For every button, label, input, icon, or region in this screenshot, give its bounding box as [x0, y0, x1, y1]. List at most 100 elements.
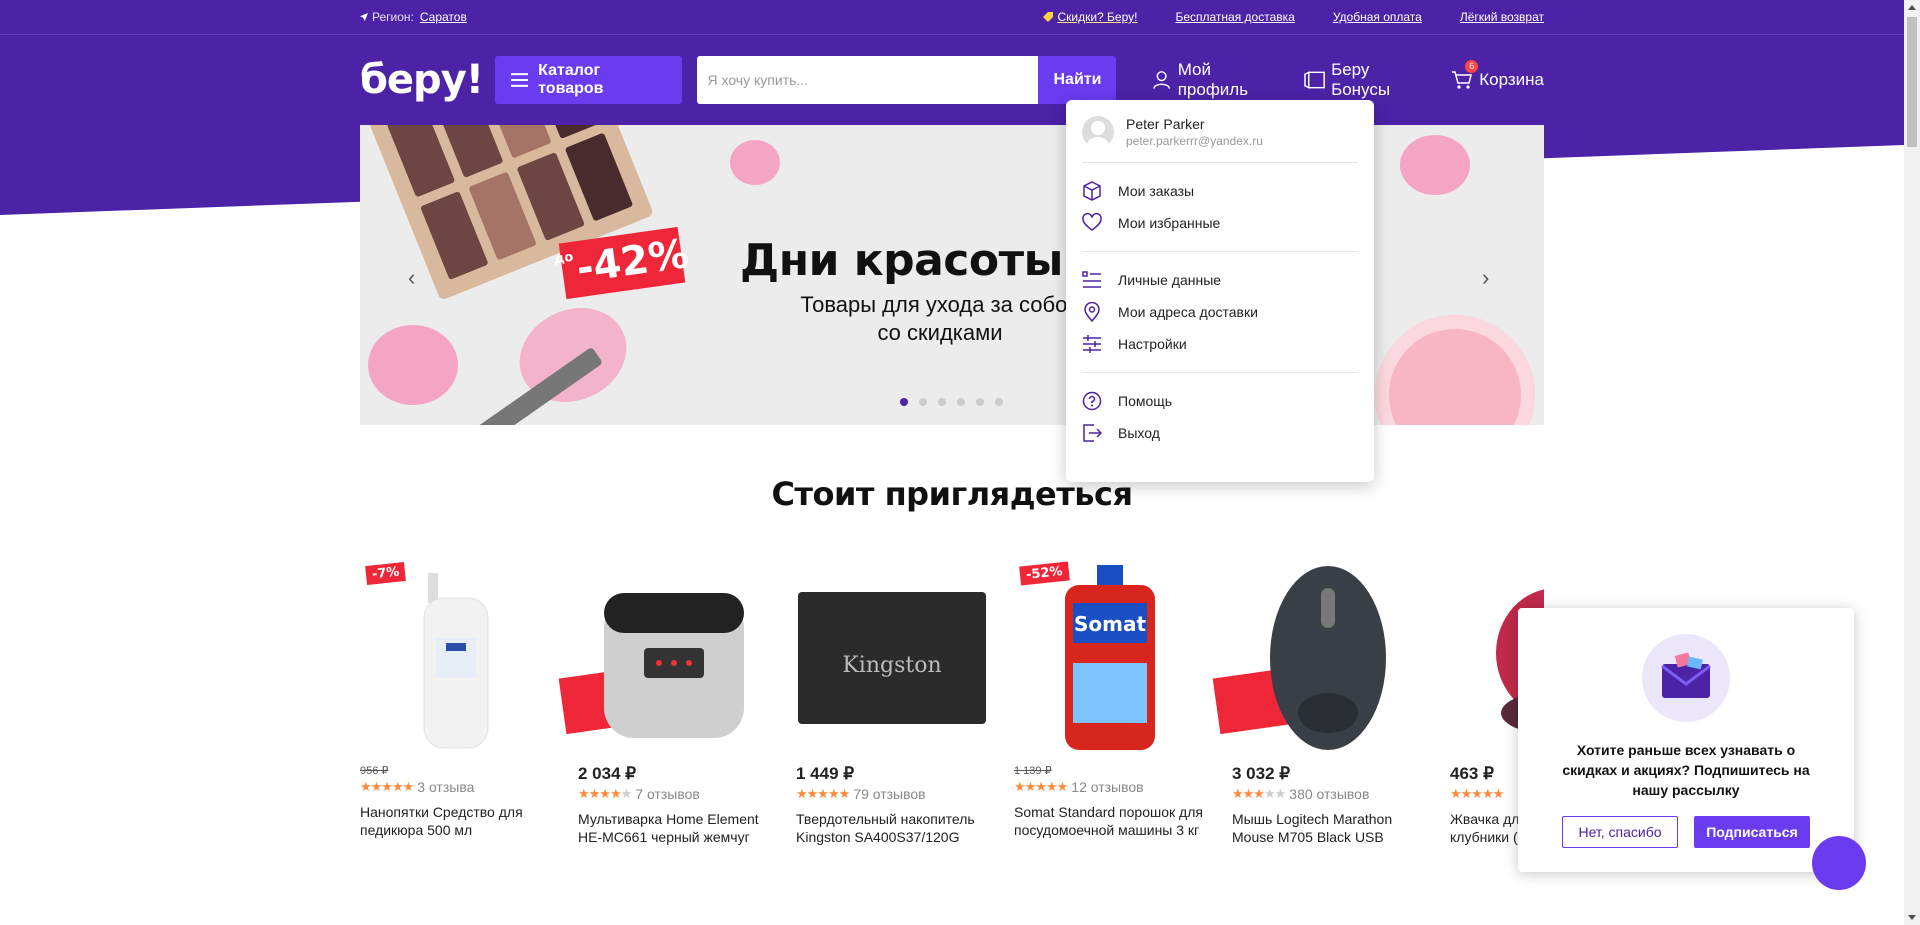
menu-item-label: Мои адреса доставки [1118, 304, 1258, 320]
menu-item-label: Настройки [1118, 336, 1187, 352]
subscribe-button[interactable]: Подписаться [1694, 816, 1810, 848]
cart-button[interactable]: 6 Корзина [1451, 60, 1544, 90]
menu-item-label: Помощь [1118, 393, 1173, 409]
menu-item-orders[interactable]: Мои заказы [1082, 175, 1358, 207]
avatar [1082, 116, 1114, 148]
discount-badge: -7% [365, 561, 407, 586]
profile-button[interactable]: Мой профиль [1152, 60, 1281, 100]
list-icon [1082, 271, 1101, 288]
heart-icon [1082, 213, 1102, 231]
banner-dot[interactable] [995, 398, 1003, 406]
rating: ★★★★★ 7 отзывов [578, 786, 770, 802]
bonuses-button[interactable]: Беру Бонусы [1304, 60, 1429, 100]
banner-dot[interactable] [976, 398, 984, 406]
rose-image [1400, 135, 1470, 195]
popup-text: Хотите раньше всех узнавать о скидках и … [1562, 742, 1810, 798]
sale-prefix: до [552, 249, 575, 268]
scroll-down-icon[interactable] [1908, 915, 1916, 920]
menu-item-logout[interactable]: Выход [1082, 417, 1358, 449]
profile-dropdown: Peter Parker peter.parkerrr@yandex.ru Мо… [1066, 100, 1374, 482]
current-price: 3 032 ₽ [1232, 764, 1291, 783]
chat-button[interactable] [1812, 836, 1866, 890]
banner-dot[interactable] [957, 398, 965, 406]
product-card[interactable]: 3 032 ₽ ★★★★★ 380 отзывов Мышь Logitech M… [1232, 560, 1424, 880]
menu-item-help[interactable]: Помощь [1082, 385, 1358, 417]
price: 3 032 ₽ [1232, 764, 1424, 784]
reviews-count[interactable]: 7 отзывов [635, 786, 700, 802]
menu-icon [510, 73, 529, 87]
header-nav: Мой профиль Беру Бонусы 6 Корзина [1152, 60, 1544, 100]
product-card[interactable]: Somat -52% 549 ₽1 139 ₽ ★★★★★12 отзывов … [1014, 560, 1340, 880]
product-name[interactable]: Мультиварка Home Element HE-MC661 черный… [578, 810, 770, 846]
current-price: 463 ₽ [1450, 764, 1494, 783]
pin-icon [1084, 302, 1100, 322]
cart-count-badge: 6 [1465, 60, 1479, 73]
product-card[interactable]: Kingston 1 449 ₽ ★★★★★ 79 отзывов Твердот… [796, 560, 988, 880]
banner-next-arrow-icon[interactable]: › [1482, 265, 1489, 291]
region-link[interactable]: Саратов [420, 10, 467, 24]
menu-item-personal-data[interactable]: Личные данные [1082, 264, 1358, 296]
help-icon [1082, 391, 1102, 411]
scrollbar-thumb[interactable] [1907, 17, 1917, 147]
section-title-highlight: приглядеться [884, 475, 1133, 513]
topbar-link-delivery[interactable]: Бесплатная доставка [1175, 10, 1294, 24]
menu-item-favorites[interactable]: Мои избранные [1082, 207, 1358, 239]
stars-icon: ★★★★★ [1014, 779, 1068, 794]
rose-image [368, 325, 458, 405]
product-name[interactable]: Somat Standard порошок для посудомоечной… [1014, 803, 1206, 839]
profile-email: peter.parkerrr@yandex.ru [1126, 134, 1263, 148]
price: 1 449 ₽ [796, 764, 988, 784]
deals-link[interactable]: Скидки? Беру! [1043, 10, 1137, 24]
old-price: 1 139 ₽ [1014, 765, 1052, 777]
user-icon [1153, 71, 1171, 89]
product-image [1232, 560, 1424, 756]
banner-prev-arrow-icon[interactable]: ‹ [408, 265, 415, 291]
sliders-icon [1083, 335, 1101, 353]
region-selector[interactable]: Регион: Саратов [360, 10, 467, 24]
catalog-button[interactable]: Каталог товаров [494, 56, 683, 104]
topbar-link-return[interactable]: Лёгкий возврат [1460, 10, 1544, 24]
scroll-up-icon[interactable] [1908, 5, 1916, 10]
cream-jar-image [1375, 315, 1535, 425]
reviews-count[interactable]: 12 отзывов [1071, 779, 1143, 795]
deals-label: Скидки? Беру! [1057, 10, 1138, 24]
banner-dots [900, 398, 1003, 406]
banner-dot[interactable] [938, 398, 946, 406]
product-name[interactable]: Нанопятки Средство для педикюра 500 мл [360, 803, 552, 839]
banner-dot[interactable] [900, 398, 908, 406]
current-price: 2 034 ₽ [578, 764, 637, 783]
header: беру! Каталог товаров Найти Мой профиль … [360, 54, 1544, 106]
reviews-count[interactable]: 79 отзывов [853, 786, 925, 802]
menu-item-addresses[interactable]: Мои адреса доставки [1082, 296, 1358, 328]
menu-item-settings[interactable]: Настройки [1082, 328, 1358, 360]
reviews-count[interactable]: 3 отзыва [417, 779, 474, 795]
product-card[interactable]: 2 034 ₽ ★★★★★ 7 отзывов Мультиварка Home … [578, 560, 770, 880]
product-card[interactable]: -7% 890 ₽956 ₽ ★★★★★ 3 отзыва Нанопятки С… [360, 560, 686, 880]
profile-label: Мой профиль [1177, 60, 1249, 99]
reviews-count[interactable]: 380 отзывов [1289, 786, 1369, 802]
location-arrow-icon [360, 13, 368, 21]
stars-icon: ★★★★★ [796, 786, 850, 801]
rating: ★★★★★ 380 отзывов [1232, 786, 1424, 802]
section-title: Стоит приглядеться [0, 475, 1904, 513]
menu-item-label: Личные данные [1118, 272, 1222, 288]
decline-button[interactable]: Нет, спасибо [1562, 816, 1678, 848]
search-input[interactable] [697, 56, 1039, 104]
stars-icon: ★★★★★ [578, 786, 632, 801]
logo[interactable]: беру! [360, 57, 495, 103]
product-name[interactable]: Твердотельный накопитель Kingston SA400S… [796, 810, 988, 846]
topbar-link-payment[interactable]: Удобная оплата [1333, 10, 1422, 24]
product-name[interactable]: Мышь Logitech Marathon Mouse M705 Black … [1232, 810, 1424, 846]
price: 549 ₽1 139 ₽ [1014, 661, 1340, 777]
profile-menu-group-help: Помощь Выход [1082, 373, 1358, 461]
svg-text:Somat: Somat [1074, 612, 1146, 636]
box-icon [1083, 181, 1101, 201]
tag-icon [1043, 12, 1054, 22]
search-button[interactable]: Найти [1038, 56, 1117, 104]
profile-user-info[interactable]: Peter Parker peter.parkerrr@yandex.ru [1082, 116, 1358, 163]
product-carousel: -7% 890 ₽956 ₽ ★★★★★ 3 отзыва Нанопятки С… [360, 560, 1544, 880]
profile-menu-group-orders: Мои заказы Мои избранные [1082, 163, 1358, 252]
search-form: Найти [697, 56, 1117, 104]
price: 890 ₽956 ₽ [360, 661, 686, 777]
banner-dot[interactable] [919, 398, 927, 406]
